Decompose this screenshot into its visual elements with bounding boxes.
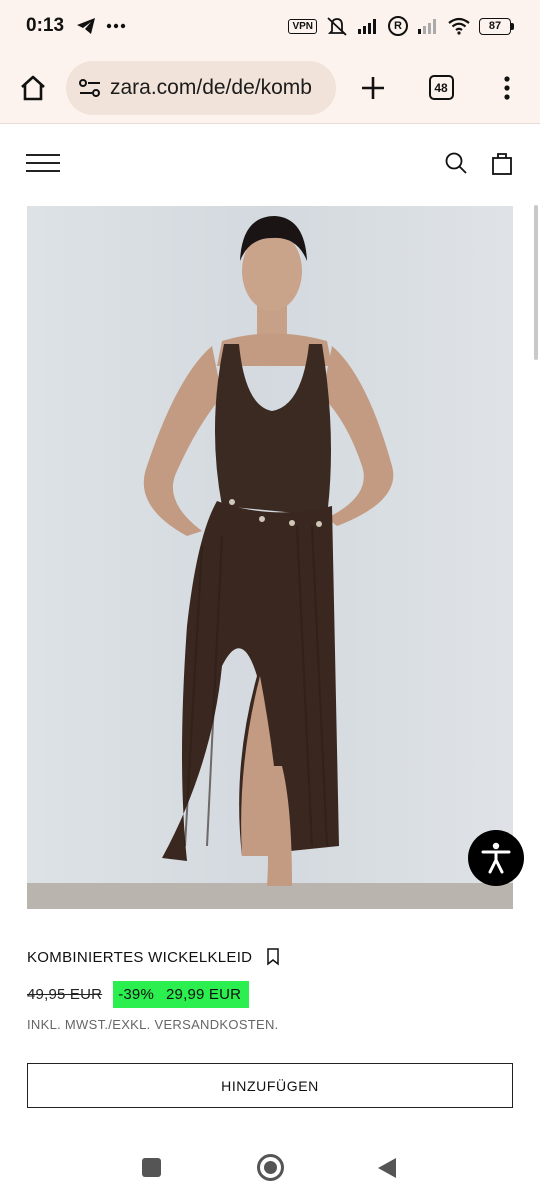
menu-dots-icon [504, 75, 510, 100]
product-photo [27, 206, 513, 909]
new-tab-button[interactable] [338, 52, 408, 124]
status-bar: 0:13 VPN R 87 [0, 0, 540, 52]
tax-note: INKL. MWST./EXKL. VERSANDKOSTEN. [27, 1017, 279, 1032]
home-icon [21, 75, 45, 100]
sale-price: 29,99 EUR [166, 986, 242, 1003]
mute-icon [327, 17, 347, 36]
search-icon[interactable] [444, 151, 468, 175]
url-text[interactable]: zara.com/de/de/komb [110, 76, 312, 100]
browser-home-button[interactable] [0, 52, 66, 124]
site-settings-icon[interactable] [78, 77, 102, 99]
vpn-badge: VPN [288, 18, 317, 34]
registered-icon: R [388, 16, 408, 36]
product-image[interactable] [27, 206, 513, 909]
shopping-bag-icon[interactable] [489, 150, 515, 176]
address-bar[interactable]: zara.com/de/de/komb [66, 60, 336, 115]
recent-apps-button[interactable] [142, 1158, 161, 1177]
more-dots-icon [106, 23, 126, 29]
plus-icon [362, 76, 384, 99]
site-header [0, 125, 540, 201]
browser-toolbar: zara.com/de/de/komb 48 [0, 52, 540, 124]
page-scrollbar[interactable] [534, 205, 538, 360]
sale-price-badge: -39% 29,99 EUR [113, 981, 250, 1008]
browser-menu-button[interactable] [474, 52, 540, 124]
product-title-row: KOMBINIERTES WICKELKLEID [27, 948, 280, 966]
clock: 0:13 [26, 15, 65, 36]
accessibility-button[interactable] [468, 830, 524, 886]
wifi-icon [448, 17, 470, 35]
product-title: KOMBINIERTES WICKELKLEID [27, 948, 253, 966]
tab-count: 48 [428, 75, 454, 100]
signal-icon [358, 19, 376, 34]
price-row: 49,95 EUR -39% 29,99 EUR [27, 981, 250, 1008]
battery-indicator: 87 [479, 17, 514, 35]
hamburger-icon[interactable] [26, 154, 62, 172]
accessibility-icon [481, 842, 511, 874]
add-to-cart-button[interactable]: HINZUFÜGEN [27, 1063, 513, 1108]
tab-switcher-button[interactable]: 48 [408, 52, 474, 124]
system-navigation-bar [0, 1135, 540, 1200]
system-home-button[interactable] [257, 1154, 284, 1181]
original-price: 49,95 EUR [27, 986, 103, 1003]
telegram-icon [77, 18, 96, 34]
bookmark-icon[interactable] [266, 948, 280, 966]
battery-level: 87 [479, 17, 511, 35]
signal-weak-icon [418, 19, 436, 34]
discount-percent: -39% [118, 986, 155, 1003]
back-button[interactable] [376, 1156, 398, 1180]
